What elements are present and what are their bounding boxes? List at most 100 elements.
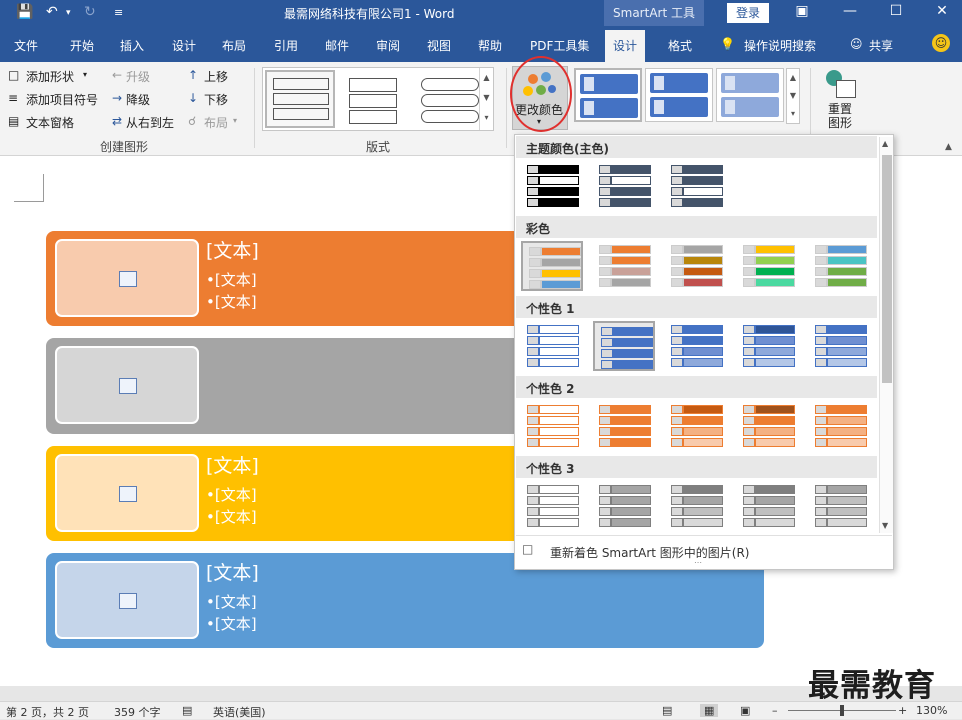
tab-home[interactable]: 开始: [70, 37, 94, 54]
smartart-bullet[interactable]: •[文本]: [206, 269, 257, 290]
proofing-icon[interactable]: ▤: [182, 704, 192, 717]
tab-smartart-design[interactable]: 设计: [605, 30, 646, 62]
promote-button[interactable]: 升级: [126, 68, 150, 85]
save-icon[interactable]: 💾: [16, 4, 33, 20]
tab-file[interactable]: 文件: [14, 37, 38, 54]
color-swatch[interactable]: [809, 481, 871, 531]
add-bullet-button[interactable]: 添加项目符号: [26, 91, 98, 108]
color-swatch[interactable]: [665, 481, 727, 531]
login-button[interactable]: 登录: [727, 3, 769, 23]
scroll-thumb[interactable]: [882, 155, 892, 383]
tell-me-search[interactable]: 操作说明搜索: [744, 37, 816, 54]
color-swatch[interactable]: [593, 401, 655, 451]
tab-pdf-tools[interactable]: PDF工具集: [530, 37, 589, 54]
color-swatch[interactable]: [521, 321, 583, 371]
collapse-ribbon-icon[interactable]: ▲: [945, 142, 952, 152]
color-swatch[interactable]: [809, 241, 871, 291]
tab-references[interactable]: 引用: [274, 37, 298, 54]
color-swatch[interactable]: [521, 161, 583, 211]
reset-graphic-button[interactable]: 重置 图形: [828, 102, 852, 130]
smiley-feedback-icon[interactable]: ☺: [932, 34, 950, 52]
zoom-out-icon[interactable]: –: [772, 704, 778, 717]
redo-icon[interactable]: ↻: [84, 4, 96, 20]
smartart-bullet[interactable]: •[文本]: [206, 613, 257, 634]
smartart-bullet[interactable]: •[文本]: [206, 291, 257, 312]
smartart-title[interactable]: [文本]: [206, 451, 259, 478]
read-mode-icon[interactable]: ▤: [662, 704, 672, 717]
move-down-button[interactable]: 下移: [204, 91, 228, 108]
tab-insert[interactable]: 插入: [120, 37, 144, 54]
scroll-up-icon[interactable]: ▲: [882, 139, 888, 148]
picture-placeholder[interactable]: [55, 239, 199, 317]
picture-placeholder[interactable]: [55, 346, 199, 424]
color-swatch[interactable]: [737, 401, 799, 451]
color-swatch[interactable]: [809, 321, 871, 371]
customize-icon[interactable]: ≡: [114, 6, 123, 19]
layout-thumb[interactable]: [419, 74, 481, 126]
tab-review[interactable]: 审阅: [376, 37, 400, 54]
recolor-pictures-option[interactable]: □ 重新着色 SmartArt 图形中的图片(R) ⋯: [516, 535, 892, 569]
scroll-down-icon[interactable]: ▼: [882, 521, 888, 530]
smartart-bullet[interactable]: •[文本]: [206, 591, 257, 612]
page-count[interactable]: 第 2 页，共 2 页: [6, 704, 89, 720]
zoom-level[interactable]: 130%: [916, 704, 947, 717]
maximize-icon[interactable]: ☐: [886, 3, 906, 19]
close-icon[interactable]: ✕: [932, 3, 952, 19]
ribbon-display-icon[interactable]: ▣: [792, 3, 812, 19]
picture-placeholder[interactable]: [55, 454, 199, 532]
color-swatch[interactable]: [737, 481, 799, 531]
layout-button[interactable]: 布局: [204, 114, 228, 131]
color-swatch[interactable]: [665, 321, 727, 371]
move-up-button[interactable]: 上移: [204, 68, 228, 85]
smartart-bullet[interactable]: •[文本]: [206, 484, 257, 505]
color-swatch[interactable]: [521, 241, 583, 291]
dropdown-scrollbar[interactable]: ▲ ▼: [879, 137, 893, 533]
tab-view[interactable]: 视图: [427, 37, 451, 54]
language-indicator[interactable]: 英语(美国): [213, 704, 266, 720]
color-swatch[interactable]: [593, 161, 655, 211]
minimize-icon[interactable]: —: [840, 3, 860, 19]
style-thumb[interactable]: [645, 68, 713, 122]
color-swatch[interactable]: [737, 321, 799, 371]
tab-mailings[interactable]: 邮件: [325, 37, 349, 54]
print-layout-icon[interactable]: ▦: [700, 704, 719, 717]
undo-icon[interactable]: ↶: [46, 4, 58, 20]
tab-design[interactable]: 设计: [172, 37, 196, 54]
undo-dropdown-icon[interactable]: ▾: [66, 8, 71, 18]
layouts-scroll[interactable]: ▲ ▼ ▾: [479, 68, 493, 130]
color-swatch[interactable]: [521, 401, 583, 451]
smartart-title[interactable]: [文本]: [206, 236, 259, 263]
picture-placeholder[interactable]: [55, 561, 199, 639]
word-count[interactable]: 359 个字: [114, 704, 161, 720]
color-swatch[interactable]: [737, 241, 799, 291]
web-layout-icon[interactable]: ▣: [740, 704, 750, 717]
tab-layout[interactable]: 布局: [222, 37, 246, 54]
layout-thumb-selected[interactable]: [265, 70, 335, 128]
color-swatch[interactable]: [521, 481, 583, 531]
color-swatch[interactable]: [809, 401, 871, 451]
text-pane-button[interactable]: 文本窗格: [26, 114, 74, 131]
color-swatch[interactable]: [665, 241, 727, 291]
add-shape-button[interactable]: 添加形状: [26, 68, 74, 85]
layout-thumb[interactable]: [345, 74, 405, 126]
color-swatch[interactable]: [665, 401, 727, 451]
smartart-title[interactable]: [文本]: [206, 558, 259, 585]
right-to-left-button[interactable]: 从右到左: [126, 114, 174, 131]
smartart-bullet[interactable]: •[文本]: [206, 506, 257, 527]
layouts-gallery[interactable]: ▲ ▼ ▾: [262, 67, 494, 131]
color-swatch[interactable]: [593, 321, 655, 371]
styles-scroll[interactable]: ▲ ▼ ▾: [786, 68, 800, 124]
style-thumb-selected[interactable]: [574, 68, 642, 122]
chevron-down-icon[interactable]: ▾: [83, 70, 87, 79]
share-button[interactable]: 共享: [869, 37, 893, 54]
zoom-in-icon[interactable]: +: [898, 704, 907, 717]
color-swatch[interactable]: [665, 161, 727, 211]
color-swatch[interactable]: [593, 241, 655, 291]
tab-format[interactable]: 格式: [668, 37, 692, 54]
tab-help[interactable]: 帮助: [478, 37, 502, 54]
color-swatch[interactable]: [593, 481, 655, 531]
zoom-slider-handle[interactable]: [840, 705, 844, 716]
demote-button[interactable]: 降级: [126, 91, 150, 108]
resize-grip-icon[interactable]: ⋯: [694, 558, 702, 567]
style-thumb[interactable]: [716, 68, 784, 122]
